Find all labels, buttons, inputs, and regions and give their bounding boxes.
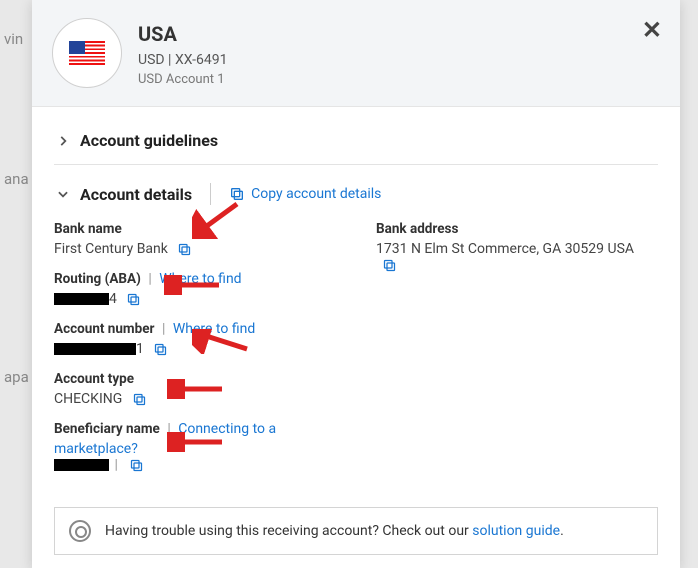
guidelines-title: Account guidelines	[80, 131, 218, 150]
copy-account-number-button[interactable]	[153, 342, 168, 357]
solution-guide-link[interactable]: solution guide	[472, 523, 560, 539]
copy-beneficiary-button[interactable]	[129, 458, 144, 473]
copy-routing-button[interactable]	[126, 292, 141, 307]
separator	[210, 183, 211, 205]
account-number-tail: 1	[136, 341, 144, 357]
account-type-value: CHECKING	[54, 391, 122, 407]
chevron-right-icon	[54, 132, 72, 150]
bank-address-value: 1731 N Elm St Commerce, GA 30529 USA	[376, 241, 634, 257]
field-routing: Routing (ABA) | Where to find 4	[54, 271, 336, 307]
guidelines-section-toggle[interactable]: Account guidelines	[54, 121, 658, 160]
copy-icon	[229, 186, 245, 202]
account-number-redacted	[54, 343, 136, 355]
copy-all-label: Copy account details	[251, 186, 381, 202]
modal-body: Account guidelines Account details Copy …	[32, 107, 680, 568]
flag-circle	[52, 18, 122, 88]
routing-where-to-find-link[interactable]: Where to find	[159, 271, 241, 287]
account-modal: USA USD | XX-6491 USD Account 1 ✕ Accoun…	[32, 0, 680, 568]
beneficiary-redacted	[54, 459, 109, 471]
account-type-label: Account type	[54, 371, 134, 387]
close-button[interactable]: ✕	[642, 18, 662, 42]
bank-name-label: Bank name	[54, 221, 122, 237]
field-account-type: Account type CHECKING	[54, 371, 336, 407]
bank-address-label: Bank address	[376, 221, 458, 237]
account-number-where-to-find-link[interactable]: Where to find	[173, 321, 255, 337]
account-meta: USD | XX-6491	[138, 52, 660, 68]
usa-flag-icon	[69, 41, 105, 65]
chevron-down-icon[interactable]	[54, 185, 72, 203]
routing-redacted	[54, 293, 109, 305]
routing-tail: 4	[109, 291, 117, 307]
account-number-label: Account number	[54, 321, 154, 337]
copy-bank-name-button[interactable]	[177, 242, 192, 257]
account-subtitle: USD Account 1	[138, 72, 660, 87]
details-title: Account details	[80, 185, 192, 204]
copy-account-type-button[interactable]	[132, 392, 147, 407]
field-beneficiary: Beneficiary name | Connecting to a marke…	[54, 421, 336, 473]
divider	[54, 164, 658, 165]
info-period: .	[560, 523, 564, 539]
modal-header: USA USD | XX-6491 USD Account 1 ✕	[32, 0, 680, 107]
info-box: Having trouble using this receiving acco…	[54, 507, 658, 555]
copy-bank-address-button[interactable]	[382, 258, 397, 273]
help-icon	[69, 520, 91, 542]
copy-all-button[interactable]: Copy account details	[229, 186, 381, 202]
country-name: USA	[138, 22, 660, 46]
field-bank-name: Bank name First Century Bank	[54, 221, 336, 257]
routing-label: Routing (ABA)	[54, 271, 141, 287]
field-bank-address: Bank address 1731 N Elm St Commerce, GA …	[376, 221, 658, 273]
bank-name-value: First Century Bank	[54, 241, 168, 257]
info-text: Having trouble using this receiving acco…	[105, 523, 472, 539]
field-account-number: Account number | Where to find 1	[54, 321, 336, 357]
beneficiary-label: Beneficiary name	[54, 421, 160, 437]
